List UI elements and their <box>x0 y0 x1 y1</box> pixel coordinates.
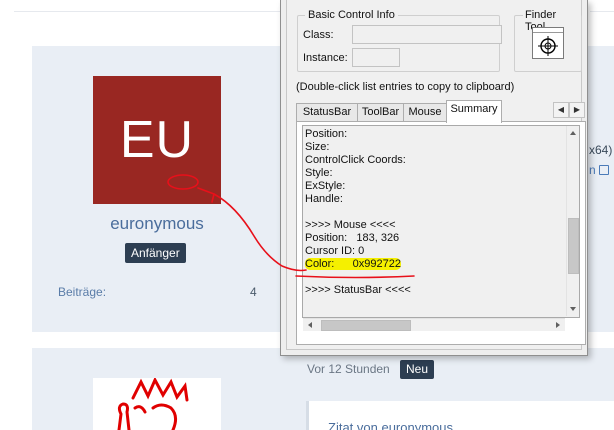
scroll-thumb[interactable] <box>568 218 579 274</box>
summary-line <box>305 271 567 284</box>
summary-line <box>305 206 567 219</box>
summary-horizontal-scrollbar[interactable] <box>303 318 565 331</box>
tab-toolbar[interactable]: ToolBar <box>357 103 404 122</box>
summary-line: Position: 183, 326 <box>305 232 400 244</box>
post-content-fragment: x64) <box>589 143 613 157</box>
summary-textbox[interactable]: Position: Size: ControlClick Coords: Sty… <box>302 125 580 318</box>
summary-line: ControlClick Coords: <box>305 154 406 166</box>
class-field[interactable] <box>352 25 502 44</box>
external-link-icon[interactable] <box>598 165 609 175</box>
basic-control-info-title: Basic Control Info <box>305 9 398 21</box>
summary-line-color: Color: 0x992722 <box>305 258 567 271</box>
posts-count-label: Beiträge: <box>58 285 107 299</box>
scroll-left-icon[interactable] <box>308 322 312 328</box>
avatar[interactable]: EU <box>93 76 221 204</box>
tab-summary[interactable]: Summary <box>446 100 502 123</box>
summary-line: >>>> Mouse <<<< <box>305 219 396 231</box>
scroll-right-icon[interactable] <box>556 322 560 328</box>
finder-tool-button[interactable] <box>532 27 564 59</box>
external-link-label[interactable]: n <box>589 163 596 177</box>
avatar-cartoon[interactable] <box>93 378 221 430</box>
color-highlight: Color: 0x992722 <box>305 258 402 270</box>
instance-label: Instance: <box>303 52 348 64</box>
rank-badge: Anfänger <box>125 243 186 263</box>
scroll-thumb-horizontal[interactable] <box>321 320 411 331</box>
divider <box>590 11 614 12</box>
scroll-down-icon[interactable] <box>570 307 576 311</box>
username-link[interactable]: euronymous <box>60 214 254 234</box>
summary-text: Position: Size: ControlClick Coords: Sty… <box>305 128 567 297</box>
summary-line: Size: <box>305 141 330 153</box>
copy-hint: (Double-click list entries to copy to cl… <box>296 81 515 93</box>
instance-field[interactable] <box>352 48 400 67</box>
tab-strip: StatusBar ToolBar Mouse Summary ◀ ▶ <box>296 100 586 123</box>
crosshair-icon <box>538 36 558 56</box>
new-badge: Neu <box>400 360 435 379</box>
external-link[interactable]: n <box>589 163 609 177</box>
tab-statusbar[interactable]: StatusBar <box>296 103 358 122</box>
window-info-client: Basic Control Info Class: Instance: Find… <box>286 0 586 350</box>
post-time: Vor 12 Stunden <box>307 362 390 376</box>
window-info-dialog: Basic Control Info Class: Instance: Find… <box>280 0 588 356</box>
summary-line: ExStyle: <box>305 180 346 192</box>
tab-scroll-left-icon[interactable]: ◀ <box>553 102 569 118</box>
summary-vertical-scrollbar[interactable] <box>566 126 579 316</box>
tab-mouse[interactable]: Mouse <box>403 103 447 122</box>
summary-line: Cursor ID: 0 <box>305 245 365 257</box>
tab-scroll-right-icon[interactable]: ▶ <box>569 102 585 118</box>
summary-line: Position: <box>305 128 348 140</box>
summary-line: >>>> StatusBar <<<< <box>305 284 411 296</box>
quote-author[interactable]: Zitat von euronymous <box>328 420 453 430</box>
posts-count-value: 4 <box>250 285 257 299</box>
summary-line: Handle: <box>305 193 343 205</box>
class-label: Class: <box>303 29 334 41</box>
summary-line: Style: <box>305 167 333 179</box>
divider <box>14 11 284 12</box>
scroll-up-icon[interactable] <box>570 131 576 135</box>
